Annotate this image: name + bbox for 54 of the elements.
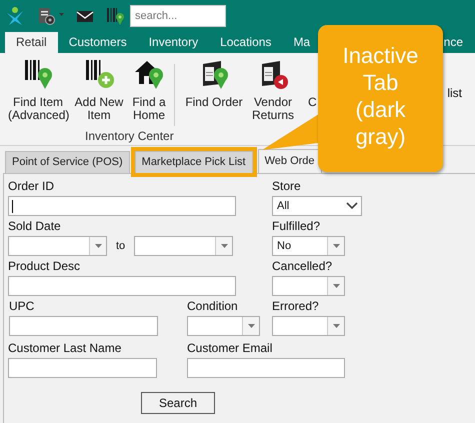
report-settings-icon[interactable] xyxy=(37,6,65,26)
search-field[interactable]: search... xyxy=(130,4,226,26)
text-field[interactable] xyxy=(187,358,345,378)
ribbon-tab[interactable]: Customers xyxy=(58,32,138,53)
barcode-search-icon[interactable] xyxy=(106,6,125,26)
house-icon xyxy=(134,58,164,90)
ribbon-tab[interactable]: Ma xyxy=(282,32,310,53)
barcode-search-icon xyxy=(23,58,53,90)
field-label: Fulfilled? xyxy=(272,219,322,233)
field-label: Product Desc xyxy=(8,259,82,273)
field-label: Condition xyxy=(187,299,239,313)
text-field[interactable] xyxy=(8,276,236,296)
caret-icon xyxy=(94,244,102,248)
caret-icon xyxy=(332,324,340,328)
combo-box[interactable] xyxy=(187,316,260,336)
field-label: Customer Email xyxy=(187,341,274,355)
text-field[interactable] xyxy=(9,316,158,336)
ribbon-tab[interactable]: Inventory xyxy=(138,32,210,53)
field-label: Customer Last Name xyxy=(8,341,122,355)
ribbon-tab[interactable]: Locations xyxy=(209,32,282,53)
search-button[interactable]: Search xyxy=(141,392,215,414)
caret-icon xyxy=(220,244,228,248)
dropdown[interactable]: All xyxy=(272,196,362,216)
combo-box[interactable] xyxy=(272,316,345,336)
mail-icon[interactable] xyxy=(76,8,94,22)
page-tab[interactable]: Point of Service (POS) xyxy=(5,151,130,173)
ribbon-button[interactable]: Find Item (Advanced) xyxy=(8,58,68,127)
separator-text: to xyxy=(116,239,126,254)
callout-text: Inactive Tab (dark gray) xyxy=(342,43,418,149)
field-label: Sold Date xyxy=(8,219,62,233)
combo-box[interactable] xyxy=(272,276,345,296)
ribbon-button[interactable]: Vendor Returns xyxy=(250,58,296,127)
text-field[interactable] xyxy=(8,196,236,216)
ribbon-button[interactable]: Find Order xyxy=(184,58,244,127)
page-tab[interactable]: Web Orde xyxy=(258,149,322,173)
caret-icon xyxy=(332,284,340,288)
field-label: Store xyxy=(272,179,302,193)
group-label: Inventory Center xyxy=(85,128,174,145)
field-label: Cancelled? xyxy=(272,259,334,273)
caret-icon xyxy=(248,324,254,328)
ribbon-button-label[interactable]: list xyxy=(447,84,462,102)
ribbon-tab[interactable]: nce xyxy=(444,32,463,53)
ribbon-button[interactable]: Add New Item xyxy=(74,58,124,127)
text-field[interactable] xyxy=(8,358,157,378)
field-label: UPC xyxy=(9,299,36,313)
caret-icon xyxy=(332,244,340,248)
ribbon-button[interactable]: Find a Home xyxy=(130,58,168,127)
barcode-add-icon xyxy=(84,58,114,90)
field-label: Errored? xyxy=(272,299,320,313)
field-label: Order ID xyxy=(8,179,56,193)
date-field[interactable] xyxy=(8,236,107,256)
date-field[interactable] xyxy=(134,236,234,256)
ribbon-tab[interactable]: Retail xyxy=(5,32,58,53)
combo-box[interactable]: No xyxy=(272,236,345,256)
